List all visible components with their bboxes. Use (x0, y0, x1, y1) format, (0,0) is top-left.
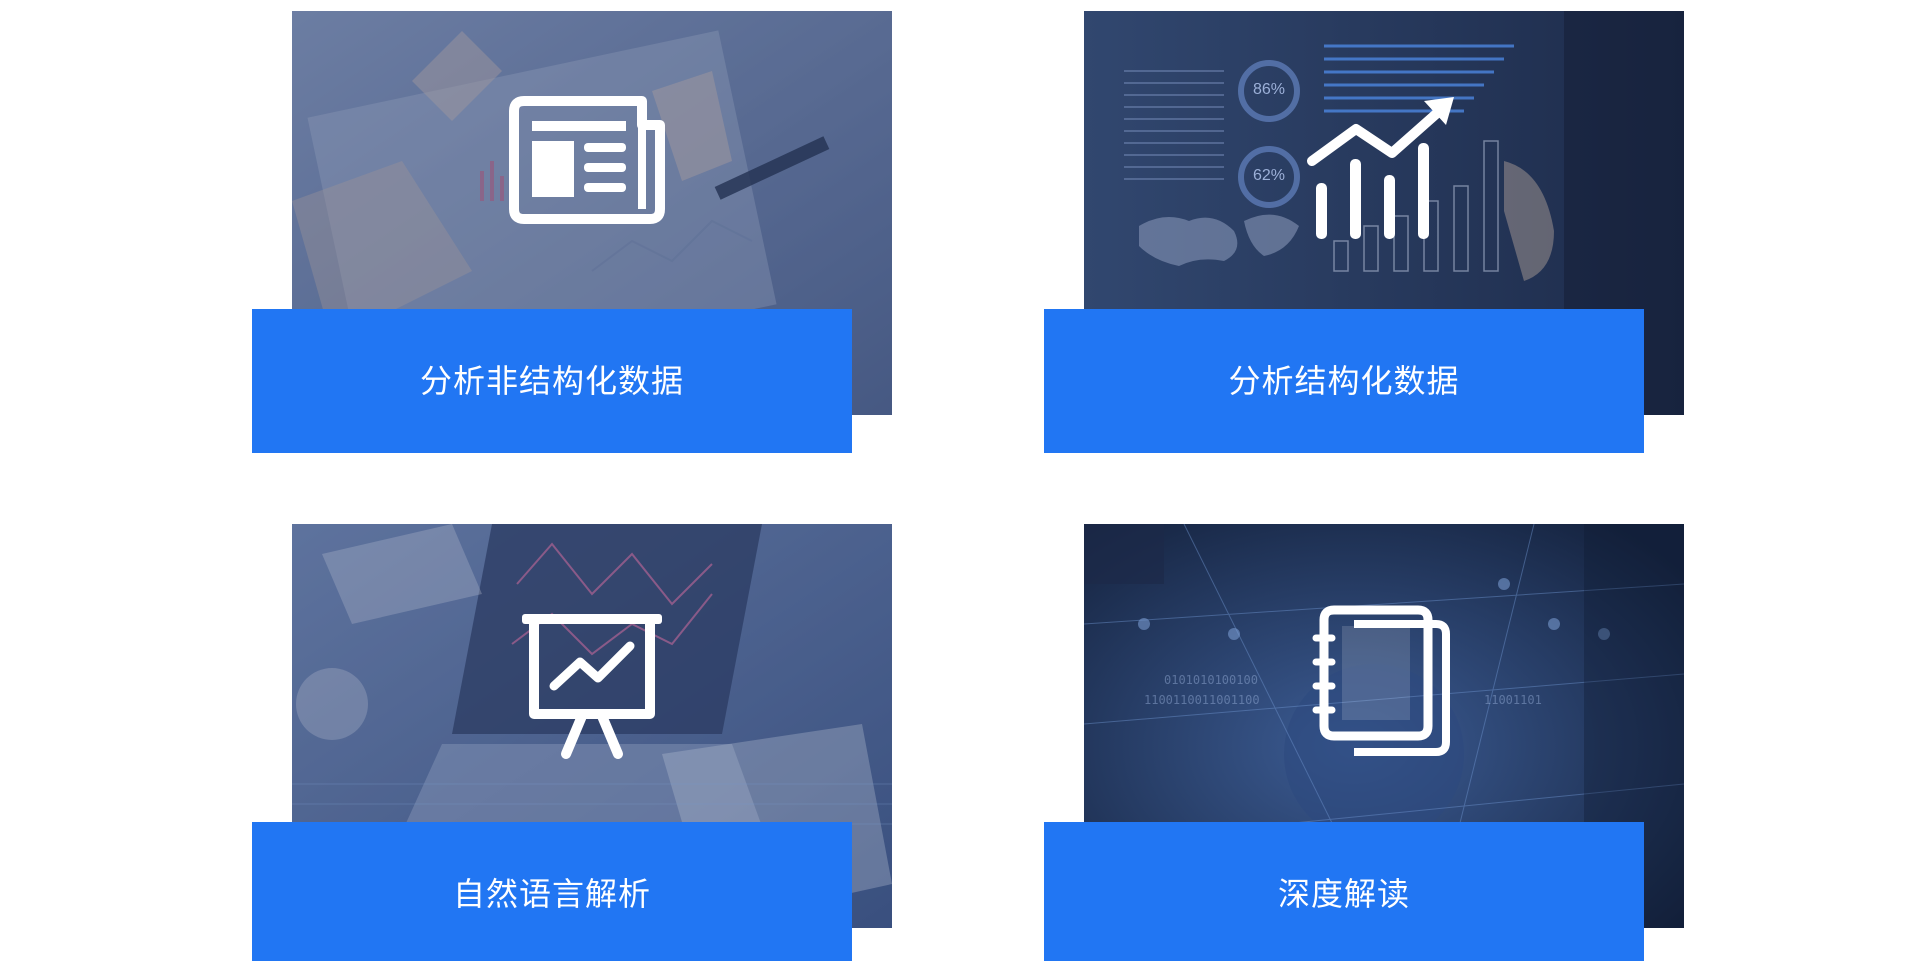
svg-text:1100110011001100: 1100110011001100 (1144, 693, 1260, 707)
newspaper-icon (509, 96, 665, 224)
card-unstructured-data[interactable]: 分析非结构化数据 (252, 11, 892, 465)
gauge-value-bottom: 62% (1252, 167, 1286, 184)
presentation-chart-icon (522, 614, 662, 759)
card-deep-reading[interactable]: 1100110011001100 0101010100100 11001101 (1044, 524, 1684, 961)
card-label[interactable]: 分析非结构化数据 (252, 309, 852, 453)
notebook-icon (1312, 605, 1450, 756)
bar-chart-growth-icon (1307, 97, 1454, 239)
gauge-value-top: 86% (1252, 81, 1286, 98)
card-label[interactable]: 分析结构化数据 (1044, 309, 1644, 453)
svg-text:0101010100100: 0101010100100 (1164, 673, 1258, 687)
card-label[interactable]: 自然语言解析 (252, 822, 852, 961)
card-label[interactable]: 深度解读 (1044, 822, 1644, 961)
svg-text:11001101: 11001101 (1484, 693, 1542, 707)
card-natural-language[interactable]: 自然语言解析 (252, 524, 892, 961)
card-structured-data[interactable]: 86% 62% 分析结构化数据 (1044, 11, 1684, 465)
services-grid: 分析非结构化数据 86% 62% 分析结构化数据 自然语言解析 11001100… (0, 0, 1920, 961)
